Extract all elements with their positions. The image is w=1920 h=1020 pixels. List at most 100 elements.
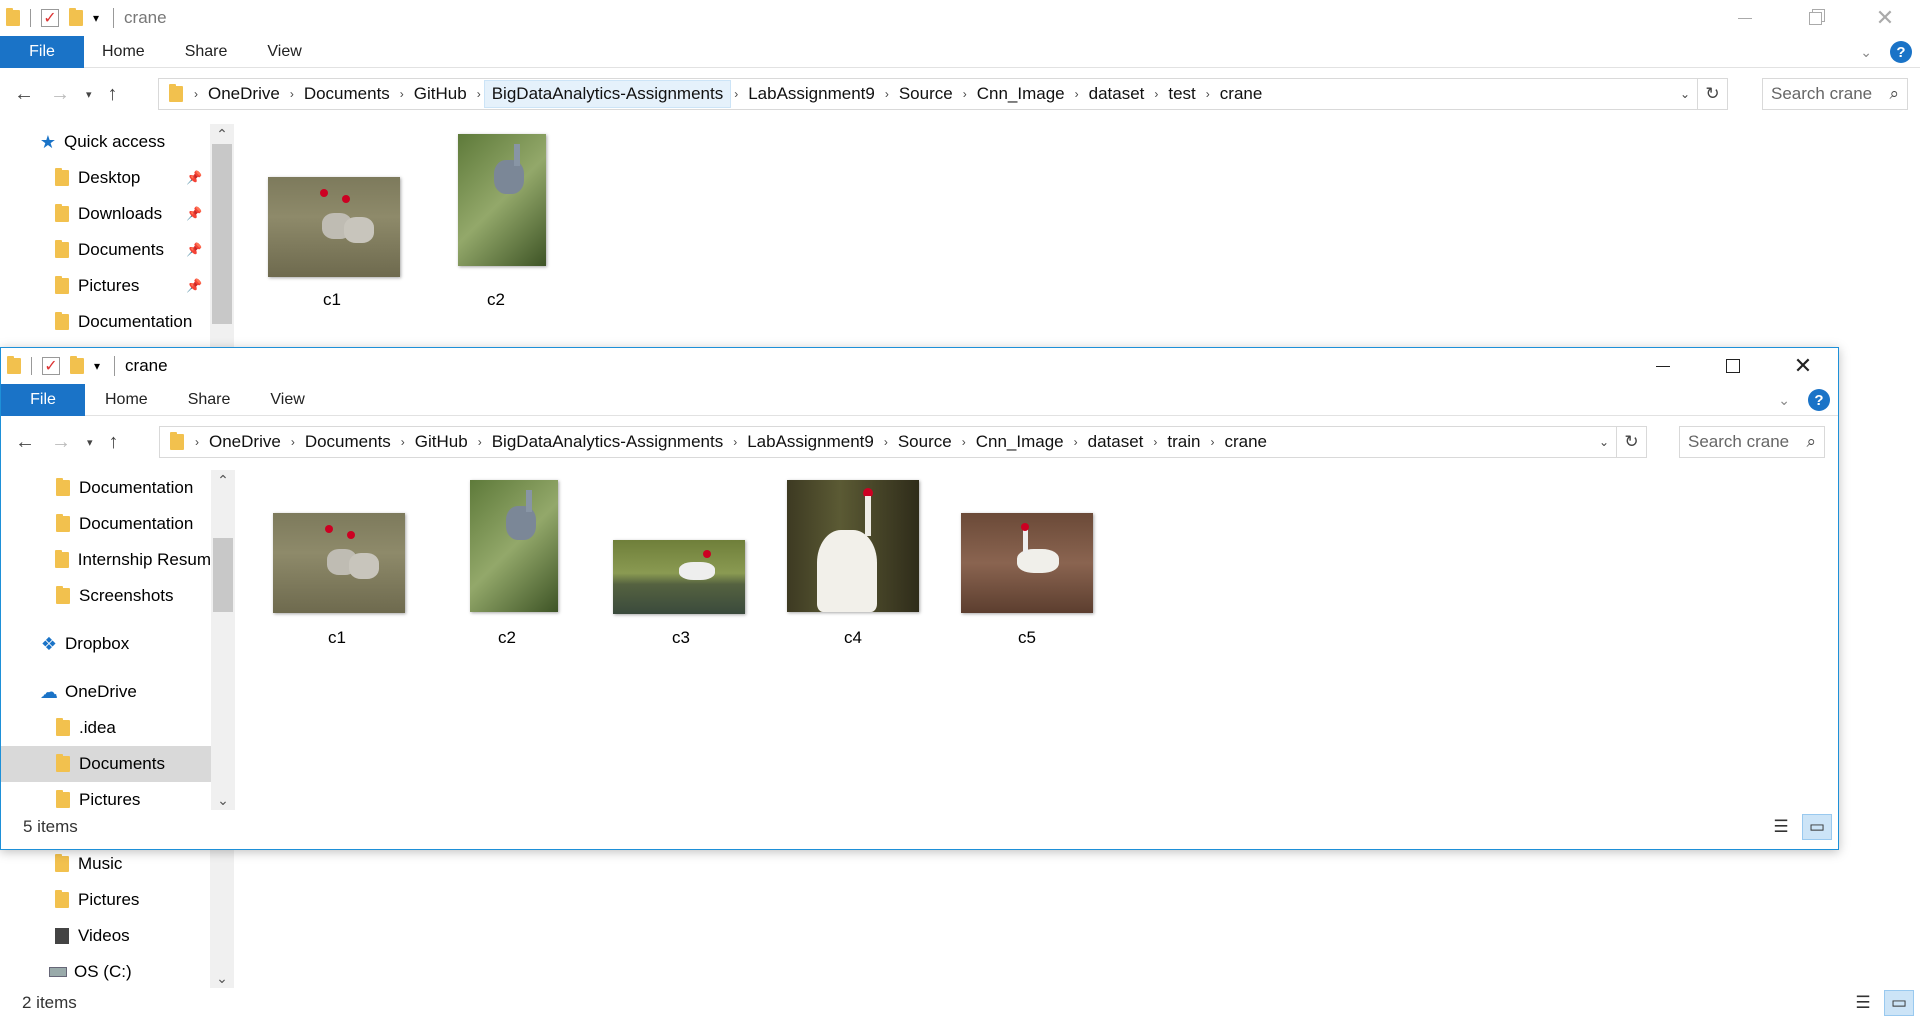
- minimize-button[interactable]: [1628, 348, 1698, 384]
- breadcrumb-dataset[interactable]: dataset ›: [1081, 428, 1161, 456]
- breadcrumb-labassignment9[interactable]: LabAssignment9 ›: [741, 80, 892, 108]
- forward-arrow-icon[interactable]: →: [50, 83, 70, 106]
- details-view-icon[interactable]: ☰: [1766, 814, 1796, 840]
- nav-documentation[interactable]: Documentation: [1, 470, 211, 506]
- breadcrumb-bigdataanalytics[interactable]: BigDataAnalytics-Assignments ›: [483, 80, 741, 108]
- file-item[interactable]: c1: [267, 480, 407, 660]
- pin-icon[interactable]: 📌: [186, 170, 202, 186]
- address-dropdown-icon[interactable]: ⌄: [1673, 87, 1697, 101]
- file-item[interactable]: c4: [787, 480, 927, 660]
- nav-documentation[interactable]: Documentation: [0, 304, 210, 340]
- recent-locations-icon[interactable]: ▾: [86, 88, 92, 101]
- file-item[interactable]: c2: [426, 134, 566, 314]
- nav-dropbox[interactable]: ❖ Dropbox: [1, 626, 211, 662]
- breadcrumb-onedrive[interactable]: OneDrive ›: [202, 428, 298, 456]
- breadcrumb-train[interactable]: train ›: [1160, 428, 1217, 456]
- breadcrumb-separator[interactable]: ›: [191, 87, 201, 101]
- scroll-thumb[interactable]: [212, 144, 232, 324]
- scroll-down-icon[interactable]: ⌄: [210, 968, 234, 988]
- breadcrumb-cnn-image[interactable]: Cnn_Image ›: [970, 80, 1082, 108]
- nav-screenshots[interactable]: Screenshots: [1, 578, 211, 614]
- breadcrumb-github[interactable]: GitHub ›: [407, 80, 484, 108]
- breadcrumb-dataset[interactable]: dataset ›: [1082, 80, 1162, 108]
- refresh-icon[interactable]: ↻: [1697, 79, 1727, 109]
- nav-internship-resume[interactable]: Internship Resum: [1, 542, 211, 578]
- new-folder-icon[interactable]: [70, 356, 84, 374]
- file-item[interactable]: c5: [961, 480, 1101, 660]
- large-icons-view-icon[interactable]: ▭: [1802, 814, 1832, 840]
- breadcrumb-source[interactable]: Source ›: [892, 80, 970, 108]
- tab-view[interactable]: View: [247, 43, 321, 61]
- tab-view[interactable]: View: [250, 391, 324, 409]
- breadcrumb-documents[interactable]: Documents ›: [298, 428, 408, 456]
- minimize-button[interactable]: [1710, 0, 1780, 36]
- pin-icon[interactable]: 📌: [186, 278, 202, 294]
- nav-documents[interactable]: Documents: [1, 746, 211, 782]
- breadcrumb-source[interactable]: Source ›: [891, 428, 969, 456]
- properties-icon[interactable]: ✓: [41, 9, 59, 27]
- tab-share[interactable]: Share: [168, 391, 251, 409]
- scroll-up-icon[interactable]: ⌃: [211, 470, 235, 490]
- customize-toolbar-icon[interactable]: ▾: [93, 11, 99, 25]
- pin-icon[interactable]: 📌: [186, 206, 202, 222]
- back-arrow-icon[interactable]: ←: [14, 83, 34, 106]
- breadcrumb-cnn-image[interactable]: Cnn_Image ›: [969, 428, 1081, 456]
- tab-share[interactable]: Share: [165, 43, 248, 61]
- breadcrumb-bigdataanalytics[interactable]: BigDataAnalytics-Assignments ›: [485, 428, 740, 456]
- customize-toolbar-icon[interactable]: ▾: [94, 359, 100, 373]
- breadcrumb-labassignment9[interactable]: LabAssignment9 ›: [740, 428, 891, 456]
- address-bar[interactable]: › OneDrive › Documents › GitHub › BigDataAn…: [158, 78, 1728, 110]
- pin-icon[interactable]: 📌: [186, 242, 202, 258]
- up-arrow-icon[interactable]: ↑: [108, 83, 118, 106]
- breadcrumb-documents[interactable]: Documents ›: [297, 80, 407, 108]
- address-bar[interactable]: › OneDrive › Documents › GitHub › BigDataAn…: [159, 426, 1647, 458]
- properties-icon[interactable]: ✓: [42, 357, 60, 375]
- back-arrow-icon[interactable]: ←: [15, 431, 35, 454]
- scroll-up-icon[interactable]: ⌃: [210, 124, 234, 144]
- nav-documents[interactable]: Documents 📌: [0, 232, 210, 268]
- search-input[interactable]: Search crane ⌕: [1762, 78, 1908, 110]
- breadcrumb-crane[interactable]: crane: [1217, 428, 1274, 456]
- nav-music[interactable]: Music: [0, 846, 210, 882]
- expand-ribbon-icon[interactable]: ⌄: [1860, 44, 1872, 61]
- nav-scrollbar[interactable]: ⌃ ⌄: [211, 470, 235, 810]
- breadcrumb-onedrive[interactable]: OneDrive ›: [201, 80, 297, 108]
- breadcrumb-separator[interactable]: ›: [192, 435, 202, 449]
- nav-downloads[interactable]: Downloads 📌: [0, 196, 210, 232]
- close-button[interactable]: ✕: [1768, 348, 1838, 384]
- nav-pictures[interactable]: Pictures 📌: [0, 268, 210, 304]
- breadcrumb-crane[interactable]: crane: [1213, 80, 1270, 108]
- scroll-down-icon[interactable]: ⌄: [211, 790, 235, 810]
- tab-file[interactable]: File: [1, 383, 85, 416]
- close-button[interactable]: ✕: [1850, 0, 1920, 36]
- folder-icon[interactable]: [6, 8, 20, 26]
- file-item[interactable]: c2: [437, 480, 577, 660]
- nav-desktop[interactable]: Desktop 📌: [0, 160, 210, 196]
- up-arrow-icon[interactable]: ↑: [109, 431, 119, 454]
- large-icons-view-icon[interactable]: ▭: [1884, 990, 1914, 1016]
- nav-idea[interactable]: .idea: [1, 710, 211, 746]
- refresh-icon[interactable]: ↻: [1616, 427, 1646, 457]
- restore-button[interactable]: [1780, 0, 1850, 36]
- tab-home[interactable]: Home: [85, 391, 168, 409]
- breadcrumb-test[interactable]: test ›: [1161, 80, 1212, 108]
- nav-onedrive[interactable]: ☁ OneDrive: [1, 674, 211, 710]
- maximize-button[interactable]: [1698, 348, 1768, 384]
- details-view-icon[interactable]: ☰: [1848, 990, 1878, 1016]
- expand-ribbon-icon[interactable]: ⌄: [1778, 392, 1790, 409]
- breadcrumb-github[interactable]: GitHub ›: [408, 428, 485, 456]
- nav-quick-access[interactable]: ★ Quick access: [0, 124, 210, 160]
- help-icon[interactable]: ?: [1808, 389, 1830, 411]
- tab-home[interactable]: Home: [84, 43, 165, 61]
- new-folder-icon[interactable]: [69, 8, 83, 26]
- nav-videos[interactable]: Videos: [0, 918, 210, 954]
- file-item[interactable]: c1: [262, 134, 402, 314]
- nav-pictures-2[interactable]: Pictures: [0, 882, 210, 918]
- nav-os-c[interactable]: OS (C:): [0, 954, 210, 988]
- help-icon[interactable]: ?: [1890, 41, 1912, 63]
- tab-file[interactable]: File: [0, 35, 84, 68]
- file-item[interactable]: c3: [613, 480, 753, 660]
- nav-documentation-2[interactable]: Documentation: [1, 506, 211, 542]
- forward-arrow-icon[interactable]: →: [51, 431, 71, 454]
- folder-icon[interactable]: [7, 356, 21, 374]
